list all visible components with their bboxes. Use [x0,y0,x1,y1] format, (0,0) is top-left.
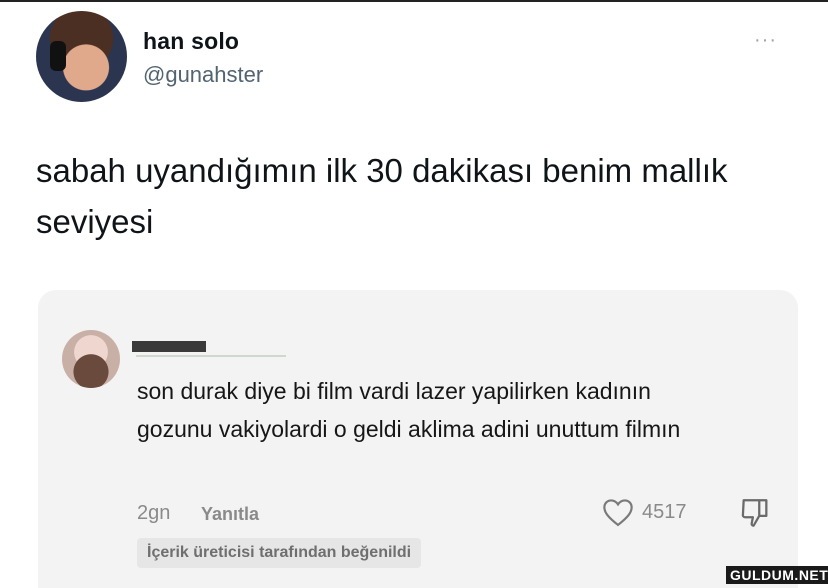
commenter-avatar[interactable] [62,330,120,388]
heart-icon [603,499,633,527]
comment-timestamp: 2gn [137,502,171,524]
top-border [0,0,828,2]
author-avatar[interactable] [36,11,127,102]
headphone-shape [50,41,66,71]
author-handle[interactable]: @gunahster [143,62,263,88]
redacted-commenter-name [132,341,206,352]
comment-text: son durak diye bi film vardi lazer yapil… [137,378,681,442]
more-options-icon[interactable]: ··· [754,30,792,50]
like-count: 4517 [642,500,687,523]
scribble-mark [136,355,286,357]
like-button[interactable]: 4517 [600,495,700,529]
author-display-name[interactable]: han solo [143,28,239,55]
liked-by-creator-badge: İçerik üreticisi tarafından beğenildi [137,538,422,568]
tweet-text: sabah uyandığımın ilk 30 dakikası benim … [36,152,728,240]
reply-button[interactable]: Yanıtla [201,504,259,525]
thumbs-down-icon [741,499,768,527]
watermark-logo: GULDUM.NET [726,566,828,584]
dislike-button[interactable] [738,496,772,530]
